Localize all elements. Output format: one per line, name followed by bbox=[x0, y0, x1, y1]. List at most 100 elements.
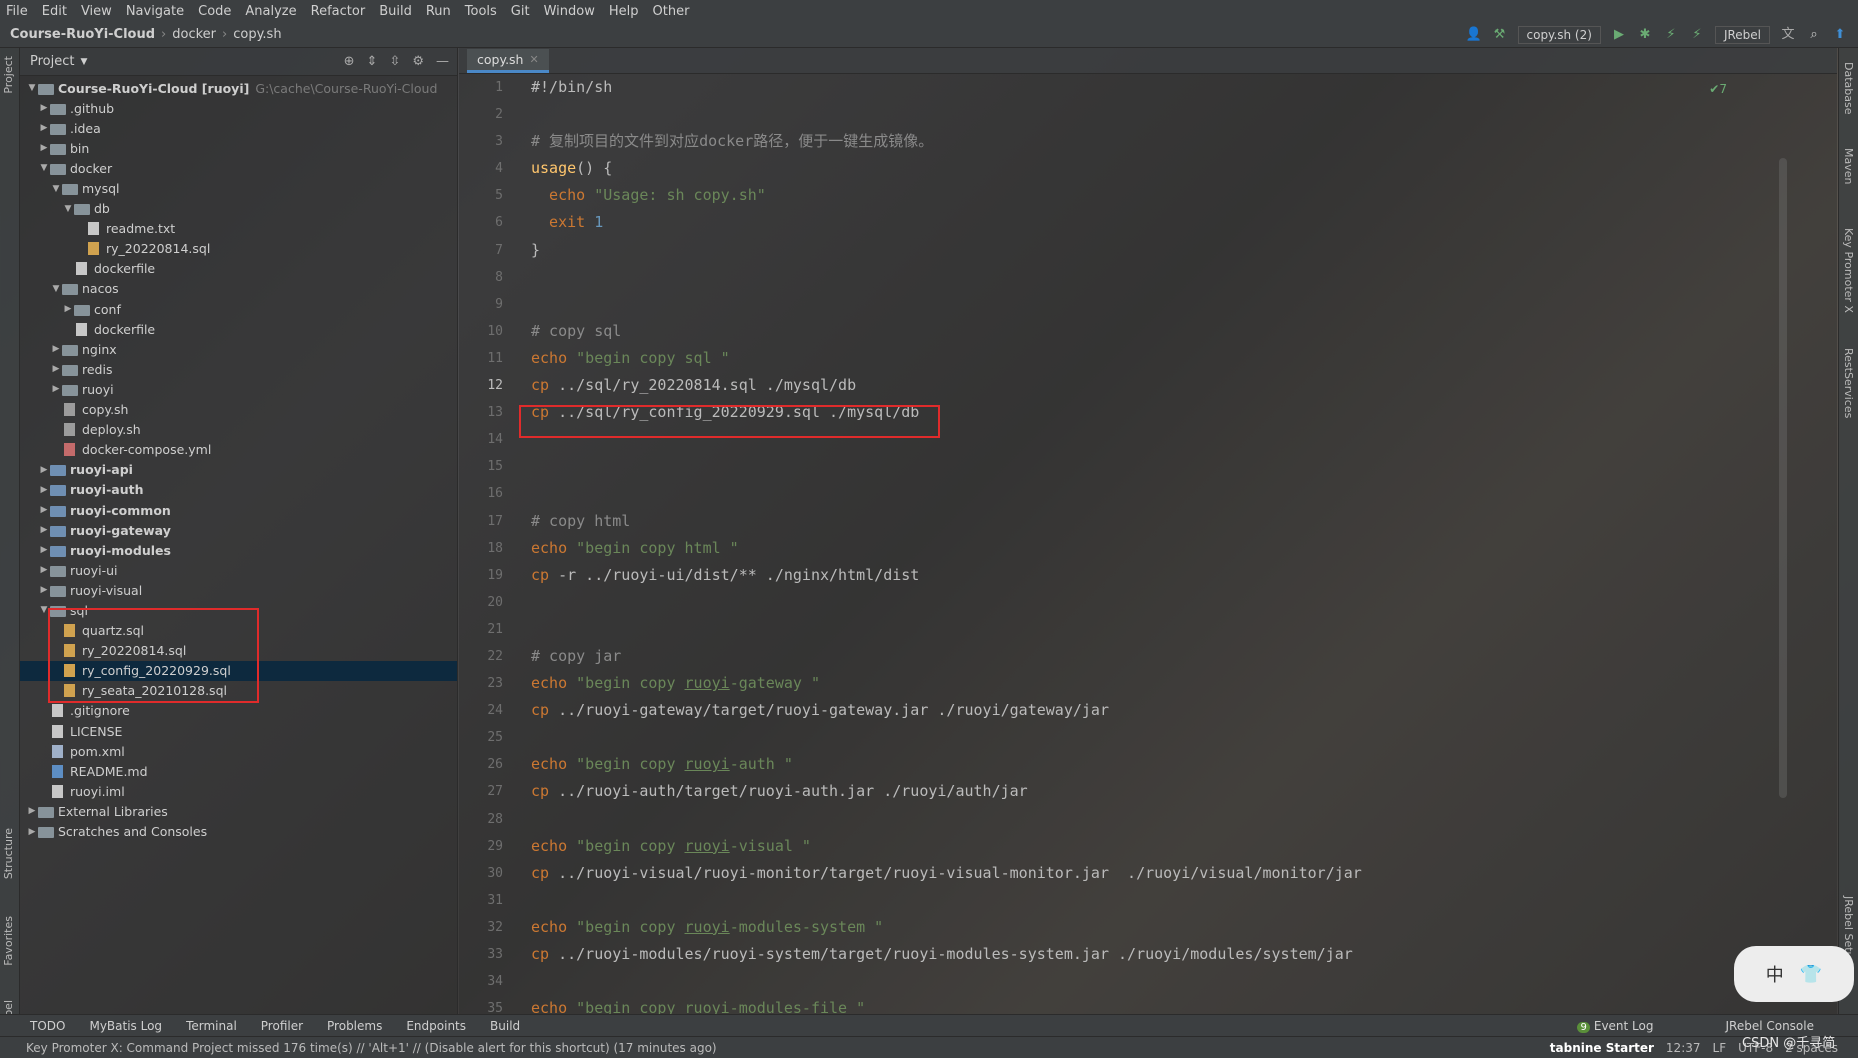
code-line[interactable] bbox=[531, 480, 1811, 507]
code-line[interactable] bbox=[531, 887, 1811, 914]
menu-refactor[interactable]: Refactor bbox=[311, 4, 366, 19]
code-line[interactable]: echo "begin copy html " bbox=[531, 535, 1811, 562]
tree-item[interactable]: ▶ Scratches and Consoles bbox=[20, 821, 457, 841]
code-line[interactable]: # 复制项目的文件到对应docker路径，便于一键生成镜像。 bbox=[531, 128, 1811, 155]
chevron-right-icon[interactable]: ▶ bbox=[38, 465, 50, 475]
menu-other[interactable]: Other bbox=[653, 4, 690, 19]
maven-tool-tab[interactable]: Maven bbox=[1842, 148, 1855, 184]
jrebel-run-icon[interactable]: ⚡ bbox=[1663, 27, 1679, 43]
code-line[interactable]: echo "begin copy ruoyi-visual " bbox=[531, 833, 1811, 860]
tool-tab-build[interactable]: Build bbox=[490, 1019, 520, 1033]
tool-tab-mybatis-log[interactable]: MyBatis Log bbox=[89, 1019, 162, 1033]
code-line[interactable] bbox=[531, 806, 1811, 833]
ime-language[interactable]: 中 bbox=[1766, 961, 1784, 987]
database-tool-tab[interactable]: Database bbox=[1842, 62, 1855, 115]
structure-tool-tab[interactable]: Structure bbox=[2, 828, 15, 879]
caret-position[interactable]: 12:37 bbox=[1666, 1041, 1701, 1055]
tree-item[interactable]: dockerfile bbox=[20, 319, 457, 339]
tree-item[interactable]: ▶ ruoyi-common bbox=[20, 500, 457, 520]
code-line[interactable] bbox=[531, 968, 1811, 995]
menu-tools[interactable]: Tools bbox=[465, 4, 497, 19]
tree-item[interactable]: ▶ .github bbox=[20, 98, 457, 118]
menu-help[interactable]: Help bbox=[609, 4, 639, 19]
code-line[interactable]: # copy html bbox=[531, 508, 1811, 535]
project-tool-tab[interactable]: Project bbox=[2, 56, 15, 94]
menu-window[interactable]: Window bbox=[544, 4, 595, 19]
tree-item[interactable]: ▶ conf bbox=[20, 299, 457, 319]
tree-item[interactable]: ▶ redis bbox=[20, 359, 457, 379]
status-message[interactable]: Key Promoter X: Command Project missed 1… bbox=[26, 1041, 717, 1055]
tree-item[interactable]: ▶ ruoyi-api bbox=[20, 460, 457, 480]
tab-copy-sh[interactable]: copy.sh ✕ bbox=[467, 49, 549, 73]
menu-git[interactable]: Git bbox=[511, 4, 530, 19]
editor-scrollbar[interactable] bbox=[1779, 158, 1787, 798]
code-line[interactable]: # copy sql bbox=[531, 318, 1811, 345]
line-separator[interactable]: LF bbox=[1713, 1041, 1727, 1055]
chevron-right-icon[interactable]: ▶ bbox=[38, 485, 50, 495]
build-hammer-icon[interactable]: ⚒ bbox=[1492, 27, 1508, 43]
restservices-tool-tab[interactable]: RestServices bbox=[1842, 348, 1855, 418]
gear-icon[interactable]: ⚙ bbox=[412, 54, 424, 69]
search-icon[interactable]: ⌕ bbox=[1806, 27, 1822, 43]
jrebel-select[interactable]: JRebel bbox=[1714, 26, 1770, 44]
breadcrumb-file[interactable]: copy.sh bbox=[233, 27, 281, 42]
chevron-down-icon[interactable]: ▼ bbox=[38, 163, 50, 173]
key-promoter-tool-tab[interactable]: Key Promoter X bbox=[1842, 228, 1855, 313]
tree-item[interactable]: ▶ ruoyi-ui bbox=[20, 560, 457, 580]
code-line[interactable]: echo "begin copy sql " bbox=[531, 345, 1811, 372]
code-line[interactable]: cp ../ruoyi-gateway/target/ruoyi-gateway… bbox=[531, 697, 1811, 724]
debug-icon[interactable]: ✱ bbox=[1637, 27, 1653, 43]
chevron-right-icon[interactable]: ▶ bbox=[38, 103, 50, 113]
menu-run[interactable]: Run bbox=[426, 4, 451, 19]
update-icon[interactable]: ⬆ bbox=[1832, 27, 1848, 43]
chevron-right-icon[interactable]: ▶ bbox=[38, 123, 50, 133]
tree-item[interactable]: ▶ ruoyi-modules bbox=[20, 540, 457, 560]
tree-item[interactable]: ▶ nginx bbox=[20, 339, 457, 359]
menu-build[interactable]: Build bbox=[379, 4, 412, 19]
tree-item[interactable]: LICENSE bbox=[20, 721, 457, 741]
chevron-right-icon[interactable]: ▶ bbox=[38, 143, 50, 153]
chevron-right-icon[interactable]: ▶ bbox=[38, 525, 50, 535]
code-line[interactable]: # copy jar bbox=[531, 643, 1811, 670]
tree-item[interactable]: ▼ Course-RuoYi-Cloud [ruoyi] G:\cache\Cour… bbox=[20, 78, 457, 98]
code-line[interactable] bbox=[531, 453, 1811, 480]
tree-item[interactable]: ruoyi.iml bbox=[20, 781, 457, 801]
chevron-right-icon[interactable]: ▶ bbox=[38, 545, 50, 555]
code-line[interactable]: #!/bin/sh bbox=[531, 74, 1811, 101]
menu-file[interactable]: File bbox=[6, 4, 28, 19]
tree-item[interactable]: ▶ ruoyi-auth bbox=[20, 480, 457, 500]
tool-tab-terminal[interactable]: Terminal bbox=[186, 1019, 237, 1033]
chevron-right-icon[interactable]: ▶ bbox=[26, 827, 38, 837]
code-line[interactable] bbox=[531, 724, 1811, 751]
jrebel-console-tab[interactable]: JRebel Console bbox=[1725, 1019, 1814, 1033]
chevron-right-icon[interactable]: ▶ bbox=[50, 364, 62, 374]
code-line[interactable] bbox=[531, 101, 1811, 128]
event-log-tab[interactable]: 9 Event Log bbox=[1577, 1019, 1677, 1033]
code-line[interactable]: } bbox=[531, 237, 1811, 264]
breadcrumb-docker[interactable]: docker bbox=[172, 27, 216, 42]
chevron-right-icon[interactable]: ▶ bbox=[26, 806, 38, 816]
tree-item[interactable]: copy.sh bbox=[20, 400, 457, 420]
collapse-all-icon[interactable]: ⇳ bbox=[389, 54, 400, 69]
run-icon[interactable]: ▶ bbox=[1611, 27, 1627, 43]
menu-edit[interactable]: Edit bbox=[42, 4, 67, 19]
code-line[interactable]: cp -r ../ruoyi-ui/dist/** ./nginx/html/d… bbox=[531, 562, 1811, 589]
code-line[interactable]: cp ../ruoyi-auth/target/ruoyi-auth.jar .… bbox=[531, 778, 1811, 805]
tree-item[interactable]: ▶ ruoyi-gateway bbox=[20, 520, 457, 540]
tree-item[interactable]: README.md bbox=[20, 761, 457, 781]
inspection-widget[interactable]: ✔7 bbox=[1709, 82, 1727, 96]
favorites-tool-tab[interactable]: Favorites bbox=[2, 916, 15, 966]
code-line[interactable] bbox=[531, 616, 1811, 643]
code-line[interactable]: usage() { bbox=[531, 155, 1811, 182]
locate-icon[interactable]: ⊕ bbox=[344, 54, 355, 69]
tree-item[interactable]: .gitignore bbox=[20, 701, 457, 721]
chevron-down-icon[interactable]: ▼ bbox=[26, 83, 38, 93]
tree-item[interactable]: ▼ nacos bbox=[20, 279, 457, 299]
chevron-down-icon[interactable]: ▼ bbox=[50, 184, 62, 194]
chevron-down-icon[interactable]: ▼ bbox=[80, 57, 87, 67]
chevron-right-icon[interactable]: ▶ bbox=[62, 304, 74, 314]
chevron-right-icon[interactable]: ▶ bbox=[50, 384, 62, 394]
close-icon[interactable]: ✕ bbox=[529, 53, 538, 66]
tree-item[interactable]: ▶ bin bbox=[20, 138, 457, 158]
menu-analyze[interactable]: Analyze bbox=[245, 4, 296, 19]
